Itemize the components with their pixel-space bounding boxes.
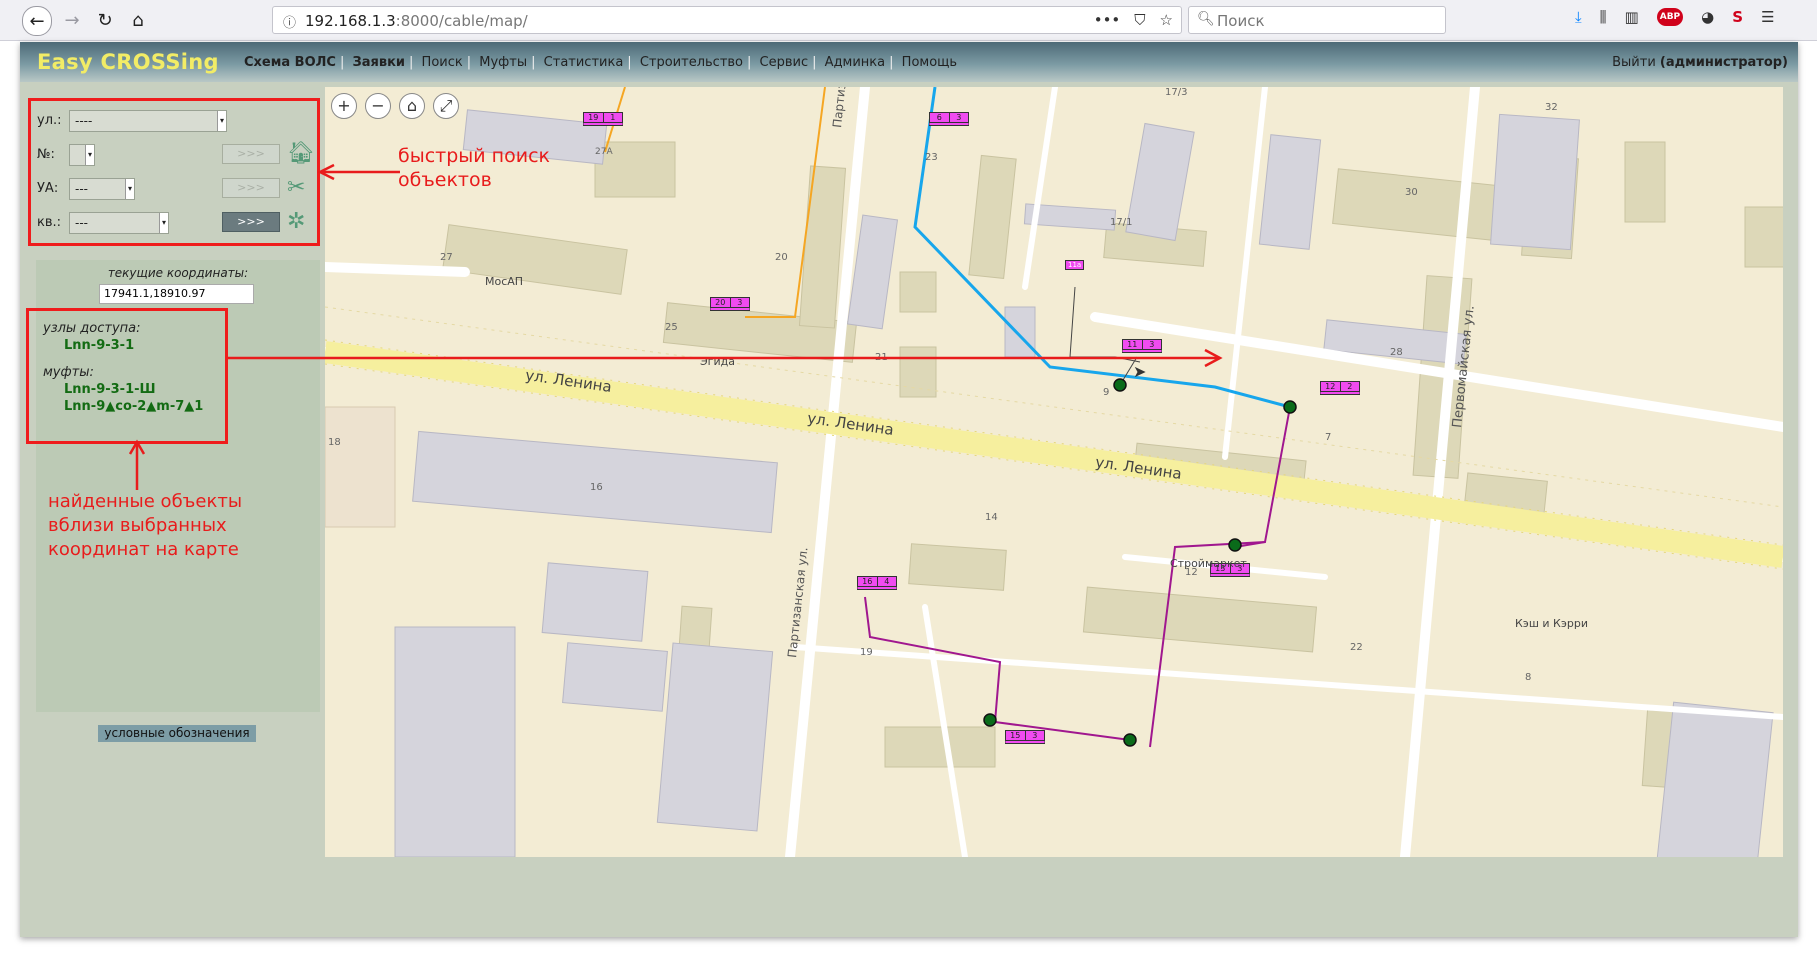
reload-icon[interactable]: ↻	[91, 6, 119, 34]
poi-label: Строймаркет	[1170, 557, 1247, 570]
cabinet-count: 2	[1347, 382, 1353, 391]
house-number: 28	[1390, 347, 1403, 358]
url-text[interactable]: 192.168.1.3:8000/cable/map/	[305, 12, 528, 30]
cabinet-marker[interactable]: 19 1	[583, 112, 623, 126]
cabinet-count: 3	[956, 113, 962, 122]
cabinet-marker[interactable]: 16 4	[857, 576, 897, 590]
house-number: 11а	[1065, 260, 1085, 270]
cabinet-count: 3	[1149, 340, 1155, 349]
house-number: 7	[1325, 432, 1332, 443]
cabinet-id: 6	[930, 113, 950, 122]
house-number: 18	[328, 437, 341, 448]
cabinet-count: 1	[610, 113, 616, 122]
house-number: 14	[985, 512, 998, 523]
map-controls: + − ⌂ ⤢	[331, 93, 459, 119]
poi-label: МосАП	[485, 275, 524, 288]
pocket-icon[interactable]: ⛉	[1134, 11, 1145, 29]
cabinet-id: 20	[711, 298, 731, 307]
mouse-cursor-icon: ➤	[1133, 362, 1147, 381]
house-number: 27А	[595, 147, 613, 157]
cabinet-marker[interactable]: 63	[929, 112, 969, 126]
house-number: 17/1	[1110, 217, 1133, 228]
info-icon[interactable]: ⓘ	[283, 12, 296, 31]
browser-search-input[interactable]: 🔍︎ Поиск	[1188, 6, 1446, 34]
house-number: 21	[875, 352, 888, 363]
house-number: 19	[860, 647, 873, 658]
poi-label: Эгида	[700, 355, 735, 368]
search-placeholder: Поиск	[1217, 12, 1265, 30]
cabinet-marker[interactable]: 20 3	[710, 297, 750, 311]
found-objects-note: найденные объекты вблизи выбранных коорд…	[48, 491, 243, 560]
sidebar-icon[interactable]: ▥	[1625, 8, 1639, 26]
legend-button[interactable]: условные обозначения	[98, 725, 256, 742]
bookmark-star-icon[interactable]: ☆	[1160, 11, 1173, 29]
poi-label: Кэш и Кэрри	[1515, 617, 1589, 630]
cabinet-id: 12	[1321, 382, 1341, 391]
library-icon[interactable]: ⫼	[1600, 8, 1607, 26]
address-bar[interactable]: ⓘ 192.168.1.3:8000/cable/map/ ••• ⛉ ☆	[272, 6, 1182, 34]
browser-toolbar: ← → ↻ ⌂ ⓘ 192.168.1.3:8000/cable/map/ ••…	[0, 0, 1817, 41]
download-icon[interactable]: ⤓	[1575, 8, 1582, 26]
house-number: 8	[1525, 672, 1532, 683]
page-actions-icon[interactable]: •••	[1094, 11, 1121, 29]
forward-arrow-icon[interactable]: →	[58, 6, 86, 34]
house-number: 23	[925, 152, 938, 163]
back-arrow-icon[interactable]: ←	[22, 6, 52, 36]
cabinet-id: 16	[858, 577, 878, 586]
cabinet-id: 15	[1006, 731, 1026, 740]
app-footer	[20, 857, 1798, 937]
cabinet-count: 3	[1032, 731, 1038, 740]
quick-search-note: быстрый поиск объектов	[398, 145, 550, 191]
home-icon[interactable]: ⌂	[124, 6, 152, 34]
cabinet-marker[interactable]: 12 2	[1320, 381, 1360, 395]
cabinet-count: 3	[737, 298, 743, 307]
extension-icon[interactable]: ◕	[1701, 8, 1714, 26]
adblock-icon[interactable]: ABP	[1656, 8, 1684, 26]
house-number: 17/3	[1165, 87, 1188, 98]
house-number: 12	[1185, 567, 1198, 578]
house-number: 25	[665, 322, 678, 333]
map-home-button[interactable]: ⌂	[399, 93, 425, 119]
house-number: 9	[1103, 387, 1110, 398]
map-canvas[interactable]: 19 1 6 3 20 3 11 3 12 2 13 3 16 4 15 3 ул. Ленина ул. Л…	[325, 87, 1783, 857]
cabinet-marker[interactable]: 15 3	[1005, 730, 1045, 744]
house-number: 20	[775, 252, 788, 263]
zoom-in-button[interactable]: +	[331, 93, 357, 119]
cabinet-count: 4	[884, 577, 890, 586]
house-number: 30	[1405, 187, 1418, 198]
menu-icon[interactable]: ☰	[1761, 8, 1774, 26]
house-number: 16	[590, 482, 603, 493]
cabinet-id: 11	[1123, 340, 1143, 349]
map-fit-button[interactable]: ⤢	[433, 93, 459, 119]
cabinet-id: 19	[584, 113, 604, 122]
zoom-out-button[interactable]: −	[365, 93, 391, 119]
cabinet-marker[interactable]: 11 3	[1122, 339, 1162, 353]
search-icon: 🔍︎	[1197, 11, 1215, 27]
house-number: 22	[1350, 642, 1363, 653]
house-number: 27	[440, 252, 453, 263]
app-window: Easy CROSSing Схема ВОЛС | Заявки | Поиск |…	[20, 42, 1798, 937]
extension-s-icon[interactable]: S	[1732, 8, 1743, 26]
house-number: 32	[1545, 102, 1558, 113]
